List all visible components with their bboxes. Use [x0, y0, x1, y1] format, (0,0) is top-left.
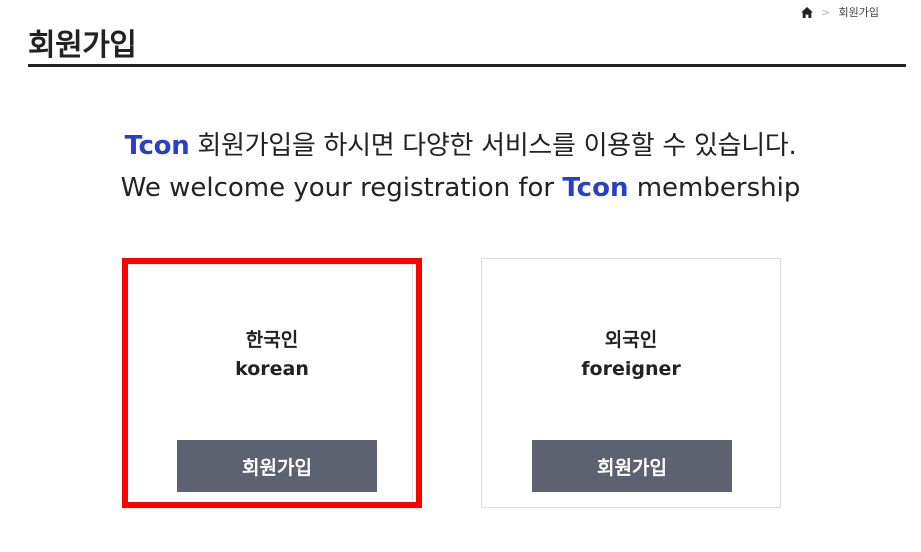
breadcrumb: > 회원가입: [801, 4, 879, 20]
card-type-en-label: korean: [235, 358, 309, 380]
breadcrumb-separator: >: [821, 5, 831, 19]
korean-member-card: 한국인 korean 회원가입: [122, 258, 422, 508]
brand-name: Tcon: [562, 173, 629, 203]
card-type-ko-label: 외국인: [604, 329, 658, 351]
welcome-ko-line: Tcon 회원가입을 하시면 다양한 서비스를 이용할 수 있습니다.: [0, 126, 921, 166]
foreigner-join-button[interactable]: 회원가입: [532, 440, 732, 492]
title-divider: [28, 64, 906, 67]
welcome-en-text-before: We welcome your registration for: [120, 173, 555, 203]
card-type-ko-label: 한국인: [245, 329, 299, 351]
welcome-en-line: We welcome your registration for Tcon me…: [0, 168, 921, 208]
korean-join-button[interactable]: 회원가입: [177, 440, 377, 492]
welcome-message: Tcon 회원가입을 하시면 다양한 서비스를 이용할 수 있습니다. We w…: [0, 126, 921, 208]
page: > 회원가입 회원가입 Tcon 회원가입을 하시면 다양한 서비스를 이용할 …: [0, 0, 921, 552]
brand-name: Tcon: [124, 131, 190, 161]
foreigner-member-card: 외국인 foreigner 회원가입: [481, 258, 781, 508]
home-icon[interactable]: [801, 6, 814, 18]
card-type-en-label: foreigner: [581, 358, 681, 380]
welcome-ko-text: 회원가입을 하시면 다양한 서비스를 이용할 수 있습니다.: [197, 131, 797, 161]
card-divider: [412, 264, 413, 502]
breadcrumb-current[interactable]: 회원가입: [839, 4, 879, 20]
welcome-en-text-after: membership: [636, 173, 801, 203]
page-title: 회원가입: [28, 28, 137, 63]
